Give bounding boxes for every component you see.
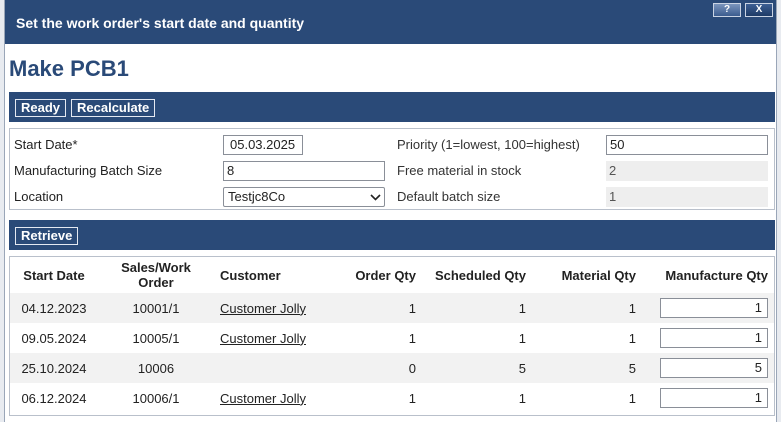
- default-batch-value: 1: [606, 187, 768, 207]
- cell-scheduled-qty: 5: [422, 353, 532, 383]
- cell-start-date: 25.10.2024: [10, 353, 98, 383]
- orders-table-container: Start Date Sales/Work Order Customer Ord…: [9, 256, 775, 416]
- col-manufacture-qty: Manufacture Qty: [665, 267, 768, 283]
- cell-order-qty: 0: [326, 353, 422, 383]
- batch-size-label: Manufacturing Batch Size: [14, 163, 163, 178]
- page-title: Make PCB1: [9, 56, 129, 81]
- cell-scheduled-qty: 1: [518, 390, 526, 406]
- cell-order-qty: 1: [408, 330, 416, 346]
- recalculate-button[interactable]: Recalculate: [71, 99, 156, 117]
- customer-link[interactable]: Customer Jolly: [220, 331, 306, 346]
- help-button[interactable]: ?: [713, 3, 741, 17]
- retrieve-toolbar: Retrieve: [9, 220, 775, 250]
- ready-button[interactable]: Ready: [15, 99, 67, 117]
- start-date-label: Start Date*: [14, 137, 78, 152]
- work-order-form: Start Date* 05.03.2025 Manufacturing Bat…: [9, 128, 775, 210]
- close-button[interactable]: X: [745, 3, 773, 17]
- batch-size-input[interactable]: 8: [223, 161, 385, 181]
- work-order-dialog: Set the work order's start date and quan…: [4, 0, 777, 422]
- manufacture-qty-input[interactable]: 5: [660, 358, 768, 378]
- customer-link[interactable]: Customer Jolly: [220, 391, 306, 406]
- retrieve-button[interactable]: Retrieve: [15, 227, 79, 245]
- table-row: 06.12.2024 10006/1 Customer Jolly 1 1 1 …: [10, 383, 774, 413]
- cell-order: 10001/1: [98, 293, 214, 323]
- priority-input[interactable]: 50: [606, 135, 768, 155]
- cell-order-qty: 1: [326, 293, 422, 323]
- col-material-qty: Material Qty: [561, 267, 636, 283]
- cell-material-qty: 1: [628, 390, 636, 406]
- cell-start-date: 04.12.2023: [10, 293, 98, 323]
- cell-start-date: 06.12.2024: [21, 390, 87, 406]
- col-customer: Customer: [220, 267, 281, 283]
- manufacture-qty-input[interactable]: 1: [660, 388, 768, 408]
- cell-start-date: 09.05.2024: [21, 330, 87, 346]
- location-value: Testjc8Co: [228, 189, 286, 204]
- free-material-label: Free material in stock: [397, 163, 522, 178]
- cell-material-qty: 1: [628, 330, 636, 346]
- col-scheduled-qty: Scheduled Qty: [434, 267, 526, 283]
- cell-scheduled-qty: 1: [518, 330, 526, 346]
- location-select[interactable]: Testjc8Co: [223, 187, 385, 207]
- cell-order-qty: 1: [408, 390, 416, 406]
- priority-label: Priority (1=lowest, 100=highest): [397, 137, 580, 152]
- cell-order: 10005/1: [132, 330, 180, 346]
- col-order-qty: Order Qty: [355, 267, 416, 283]
- cell-material-qty: 1: [532, 293, 642, 323]
- table-row: 04.12.2023 10001/1 Customer Jolly 1 1 1 …: [10, 293, 774, 323]
- orders-table: Start Date Sales/Work Order Customer Ord…: [10, 257, 774, 413]
- dialog-title: Set the work order's start date and quan…: [16, 15, 305, 31]
- cell-material-qty: 5: [532, 353, 642, 383]
- location-label: Location: [14, 189, 64, 204]
- table-row: 25.10.2024 10006 0 5 5 5: [10, 353, 774, 383]
- dialog-titlebar: Set the work order's start date and quan…: [5, 0, 776, 44]
- start-date-input[interactable]: 05.03.2025: [223, 135, 303, 155]
- default-batch-label: Default batch size: [397, 189, 501, 204]
- cell-scheduled-qty: 1: [422, 293, 532, 323]
- cell-order: 10006: [98, 353, 214, 383]
- cell-order: 10006/1: [132, 390, 180, 406]
- manufacture-qty-input[interactable]: 1: [660, 328, 768, 348]
- action-toolbar: Ready Recalculate: [9, 92, 775, 122]
- col-start-date: Start Date: [23, 267, 85, 283]
- background-right: [777, 0, 781, 422]
- customer-link[interactable]: Customer Jolly: [220, 301, 306, 316]
- table-header-row: Start Date Sales/Work Order Customer Ord…: [10, 257, 774, 293]
- manufacture-qty-input[interactable]: 1: [660, 298, 768, 318]
- col-order: Sales/Work Order: [121, 260, 191, 290]
- chevron-down-icon: [370, 189, 381, 211]
- free-material-value: 2: [606, 161, 768, 181]
- table-row: 09.05.2024 10005/1 Customer Jolly 1 1 1 …: [10, 323, 774, 353]
